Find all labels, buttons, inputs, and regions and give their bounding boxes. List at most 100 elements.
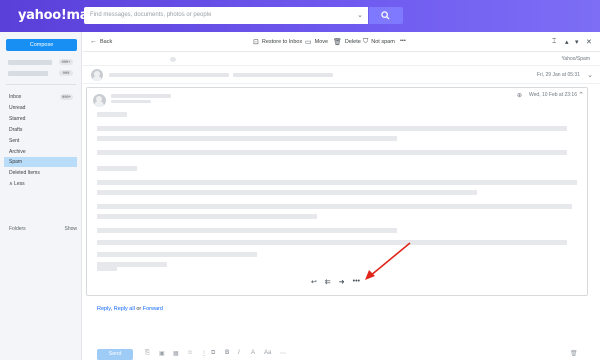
restore-label: Restore to Inbox	[261, 39, 303, 45]
body-text-blurred	[97, 252, 257, 257]
divider	[6, 84, 76, 85]
account-name-blurred[interactable]	[8, 71, 48, 76]
inbox-count-badge: 999+	[60, 94, 73, 100]
chevron-down-icon[interactable]: ⌄	[587, 71, 593, 79]
avatar	[93, 94, 106, 107]
globe-icon: ⊕	[517, 93, 523, 99]
sidebar-item-inbox[interactable]: Inbox 999+	[4, 92, 77, 102]
more-formatting-icon[interactable]: ⋯	[280, 350, 286, 357]
move-button[interactable]: ▭ Move	[305, 38, 328, 46]
body-text-blurred	[97, 266, 117, 271]
message-card: ⊕ Wed, 10 Feb at 23:16 ⌃ ↩ ⇇ ➜ •••	[86, 87, 588, 296]
sidebar-less-toggle[interactable]: ∧ Less	[4, 179, 77, 189]
body-text-blurred	[97, 136, 397, 141]
sidebar: Compose 999+ 999 Inbox 999+ Unread Starr…	[0, 32, 82, 360]
preview-blurred	[233, 73, 333, 77]
collapse-all-button[interactable]: ⌶	[552, 38, 556, 46]
body-text-blurred	[97, 214, 317, 219]
compose-button[interactable]: Compose	[6, 39, 77, 51]
italic-icon[interactable]: I	[238, 350, 240, 356]
or-text: or	[136, 306, 142, 312]
top-bar: yahoo!mail Find messages, documents, pho…	[0, 0, 600, 32]
attach-icon[interactable]: ⎘	[145, 350, 150, 357]
collapsed-message[interactable]: Fri, 29 Jan at 05:31 ⌄	[83, 66, 600, 84]
account-badge: 999	[59, 70, 73, 76]
emoji-icon[interactable]: ☺	[187, 350, 193, 356]
image-icon[interactable]: ▣	[159, 350, 165, 357]
reply-link[interactable]: Reply	[97, 306, 111, 312]
font-size-icon[interactable]: A	[251, 350, 255, 356]
sidebar-item-spam[interactable]: Spam	[4, 157, 77, 167]
sidebar-item-label: Unread	[9, 105, 26, 111]
more-actions-button[interactable]: •••	[400, 38, 406, 44]
folders-header: Folders Show	[9, 226, 77, 232]
body-text-blurred	[97, 126, 567, 131]
forward-icon[interactable]: ➜	[339, 278, 345, 286]
body-text-blurred	[97, 180, 577, 185]
body-text-blurred	[97, 190, 477, 195]
delete-button[interactable]: 🗑 Delete	[333, 38, 361, 46]
sidebar-item-starred[interactable]: Starred	[4, 114, 77, 124]
next-message-button[interactable]: ▾	[575, 38, 579, 46]
previous-message-button[interactable]: ▴	[565, 38, 569, 46]
bold-icon[interactable]: B	[225, 350, 229, 356]
reply-links: Reply, Reply all or Forward	[97, 306, 163, 312]
sidebar-item-label: Starred	[9, 116, 26, 122]
inbox-icon: ⊡	[253, 39, 259, 46]
restore-to-inbox-button[interactable]: ⊡ Restore to Inbox	[253, 38, 302, 46]
subject-row: Yahoo/Spam	[83, 52, 600, 66]
sidebar-item-unread[interactable]: Unread	[4, 103, 77, 113]
folders-label: Folders	[9, 226, 26, 232]
reply-icon[interactable]: ↩	[311, 278, 317, 286]
back-button[interactable]: ← Back	[90, 38, 112, 45]
search-input[interactable]: Find messages, documents, photos or peop…	[84, 7, 368, 24]
sender-blurred	[111, 94, 171, 98]
sidebar-item-label: Drafts	[9, 127, 23, 133]
chevron-up-icon[interactable]: ⌃	[578, 91, 584, 99]
body-text-blurred	[97, 204, 572, 209]
sidebar-item-label: Inbox	[9, 94, 22, 100]
sidebar-item-archive[interactable]: Archive	[4, 147, 77, 157]
sender-blurred	[109, 73, 229, 77]
move-label: Move	[314, 39, 329, 45]
not-spam-label: Not spam	[371, 39, 395, 45]
font-color-icon[interactable]: Aa	[264, 350, 271, 356]
recipient-blurred	[111, 100, 151, 103]
account-name-blurred[interactable]	[8, 60, 52, 65]
message-date: Wed, 10 Feb at 23:16	[529, 92, 577, 98]
close-icon: ✕	[586, 39, 592, 46]
not-spam-button[interactable]: ⛉ Not spam	[363, 38, 395, 46]
arrow-left-icon: ←	[90, 38, 97, 45]
delete-label: Delete	[344, 39, 361, 45]
more-label: •••	[400, 38, 406, 44]
forward-link[interactable]: Forward	[143, 306, 163, 312]
folder-tag: Yahoo/Spam	[561, 56, 590, 62]
reply-all-link[interactable]: Reply all	[114, 306, 135, 312]
formatting-icon[interactable]: ⧉	[211, 350, 215, 357]
avatar	[91, 69, 103, 81]
sidebar-item-drafts[interactable]: Drafts	[4, 125, 77, 135]
more-icon[interactable]: •••	[353, 278, 360, 286]
body-text-blurred	[97, 112, 127, 117]
sidebar-item-label: Deleted Items	[9, 170, 40, 176]
sidebar-item-sent[interactable]: Sent	[4, 136, 77, 146]
close-button[interactable]: ✕	[586, 38, 592, 46]
caret-up-icon: ▴	[565, 39, 569, 46]
chevron-down-icon[interactable]: ⌄	[357, 11, 363, 19]
send-button[interactable]: Send	[97, 349, 133, 360]
shield-icon: ⛉	[363, 38, 369, 45]
search-button[interactable]	[369, 7, 403, 24]
annotation-arrow	[365, 242, 411, 280]
back-label: Back	[100, 38, 113, 45]
sidebar-item-label: Archive	[9, 149, 26, 155]
message-toolbar: ← Back ⊡ Restore to Inbox ▭ Move 🗑 Delet…	[83, 32, 600, 52]
sidebar-item-label: Spam	[9, 159, 23, 165]
folders-show-button[interactable]: Show	[64, 226, 77, 232]
gif-icon[interactable]: ▦	[173, 350, 179, 357]
reply-all-icon[interactable]: ⇇	[325, 278, 331, 286]
sidebar-item-deleted-items[interactable]: Deleted Items	[4, 168, 77, 178]
divider-icon: ⋮	[201, 351, 207, 357]
body-text-blurred	[97, 166, 137, 171]
message-date: Fri, 29 Jan at 05:31	[536, 72, 580, 78]
discard-draft-icon[interactable]: 🗑	[570, 350, 578, 357]
